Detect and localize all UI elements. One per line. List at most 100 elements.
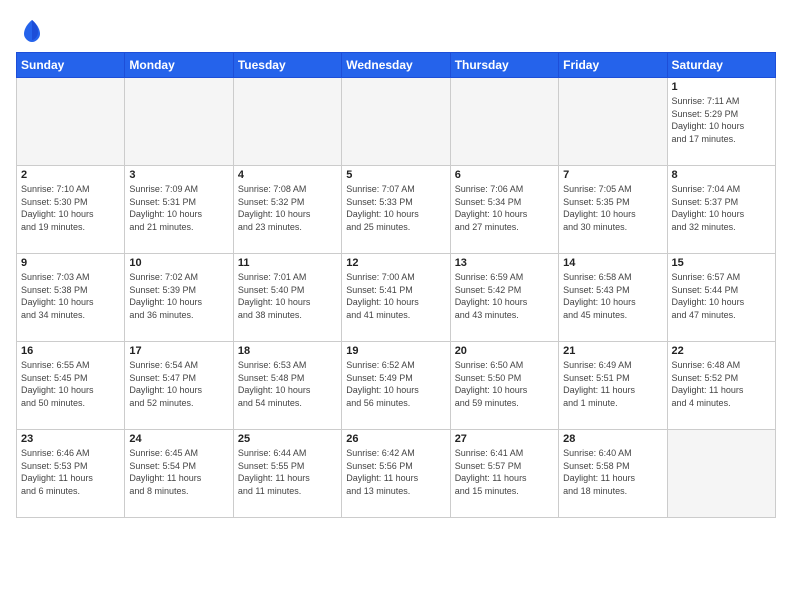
- day-number: 19: [346, 345, 445, 357]
- calendar-week-1: 2 Sunrise: 7:10 AM Sunset: 5:30 PM Daylig…: [17, 166, 776, 254]
- day-info: Sunrise: 7:03 AM Sunset: 5:38 PM Dayligh…: [21, 271, 120, 321]
- calendar-cell: 15 Sunrise: 6:57 AM Sunset: 5:44 PM Dayli…: [667, 254, 775, 342]
- calendar-cell: 23 Sunrise: 6:46 AM Sunset: 5:53 PM Dayli…: [17, 430, 125, 518]
- calendar-cell: 10 Sunrise: 7:02 AM Sunset: 5:39 PM Dayli…: [125, 254, 233, 342]
- page: Sunday Monday Tuesday Wednesday Thursday…: [0, 0, 792, 612]
- day-info: Sunrise: 6:49 AM Sunset: 5:51 PM Dayligh…: [563, 359, 662, 409]
- day-info: Sunrise: 7:04 AM Sunset: 5:37 PM Dayligh…: [672, 183, 771, 233]
- day-info: Sunrise: 7:07 AM Sunset: 5:33 PM Dayligh…: [346, 183, 445, 233]
- calendar-cell: 25 Sunrise: 6:44 AM Sunset: 5:55 PM Dayli…: [233, 430, 341, 518]
- calendar-table: Sunday Monday Tuesday Wednesday Thursday…: [16, 52, 776, 518]
- day-info: Sunrise: 6:57 AM Sunset: 5:44 PM Dayligh…: [672, 271, 771, 321]
- day-info: Sunrise: 6:41 AM Sunset: 5:57 PM Dayligh…: [455, 447, 554, 497]
- day-info: Sunrise: 7:02 AM Sunset: 5:39 PM Dayligh…: [129, 271, 228, 321]
- col-monday: Monday: [125, 53, 233, 78]
- day-number: 16: [21, 345, 120, 357]
- calendar-cell: 22 Sunrise: 6:48 AM Sunset: 5:52 PM Dayli…: [667, 342, 775, 430]
- calendar-week-3: 16 Sunrise: 6:55 AM Sunset: 5:45 PM Dayli…: [17, 342, 776, 430]
- day-info: Sunrise: 6:42 AM Sunset: 5:56 PM Dayligh…: [346, 447, 445, 497]
- day-number: 25: [238, 433, 337, 445]
- calendar-cell: 3 Sunrise: 7:09 AM Sunset: 5:31 PM Daylig…: [125, 166, 233, 254]
- day-info: Sunrise: 6:44 AM Sunset: 5:55 PM Dayligh…: [238, 447, 337, 497]
- col-sunday: Sunday: [17, 53, 125, 78]
- calendar-cell: [450, 78, 558, 166]
- day-info: Sunrise: 7:05 AM Sunset: 5:35 PM Dayligh…: [563, 183, 662, 233]
- calendar-week-0: 1 Sunrise: 7:11 AM Sunset: 5:29 PM Daylig…: [17, 78, 776, 166]
- day-number: 26: [346, 433, 445, 445]
- calendar-cell: 6Sunrise: 7:06 AM Sunset: 5:34 PM Daylig…: [450, 166, 558, 254]
- day-number: 3: [129, 169, 228, 181]
- calendar-cell: 7Sunrise: 7:05 AM Sunset: 5:35 PM Daylig…: [559, 166, 667, 254]
- day-number: 13: [455, 257, 554, 269]
- col-friday: Friday: [559, 53, 667, 78]
- day-info: Sunrise: 6:52 AM Sunset: 5:49 PM Dayligh…: [346, 359, 445, 409]
- logo: [16, 16, 46, 44]
- day-number: 15: [672, 257, 771, 269]
- day-number: 23: [21, 433, 120, 445]
- calendar-cell: [17, 78, 125, 166]
- day-info: Sunrise: 6:59 AM Sunset: 5:42 PM Dayligh…: [455, 271, 554, 321]
- day-info: Sunrise: 7:06 AM Sunset: 5:34 PM Dayligh…: [455, 183, 554, 233]
- col-thursday: Thursday: [450, 53, 558, 78]
- calendar-cell: 12 Sunrise: 7:00 AM Sunset: 5:41 PM Dayli…: [342, 254, 450, 342]
- calendar-cell: 13 Sunrise: 6:59 AM Sunset: 5:42 PM Dayli…: [450, 254, 558, 342]
- day-info: Sunrise: 6:48 AM Sunset: 5:52 PM Dayligh…: [672, 359, 771, 409]
- col-tuesday: Tuesday: [233, 53, 341, 78]
- calendar-cell: 28Sunrise: 6:40 AM Sunset: 5:58 PM Dayli…: [559, 430, 667, 518]
- day-number: 4: [238, 169, 337, 181]
- day-info: Sunrise: 6:55 AM Sunset: 5:45 PM Dayligh…: [21, 359, 120, 409]
- day-number: 9: [21, 257, 120, 269]
- day-number: 18: [238, 345, 337, 357]
- calendar-cell: 24 Sunrise: 6:45 AM Sunset: 5:54 PM Dayli…: [125, 430, 233, 518]
- calendar-cell: [125, 78, 233, 166]
- day-info: Sunrise: 6:58 AM Sunset: 5:43 PM Dayligh…: [563, 271, 662, 321]
- calendar-cell: [233, 78, 341, 166]
- logo-icon: [18, 16, 46, 44]
- day-info: Sunrise: 7:10 AM Sunset: 5:30 PM Dayligh…: [21, 183, 120, 233]
- calendar-header-row: Sunday Monday Tuesday Wednesday Thursday…: [17, 53, 776, 78]
- col-saturday: Saturday: [667, 53, 775, 78]
- calendar-cell: 8Sunrise: 7:04 AM Sunset: 5:37 PM Daylig…: [667, 166, 775, 254]
- day-info: Sunrise: 7:09 AM Sunset: 5:31 PM Dayligh…: [129, 183, 228, 233]
- header: [16, 16, 776, 44]
- day-number: 1: [672, 81, 771, 93]
- day-number: 12: [346, 257, 445, 269]
- day-info: Sunrise: 7:00 AM Sunset: 5:41 PM Dayligh…: [346, 271, 445, 321]
- calendar-cell: 26 Sunrise: 6:42 AM Sunset: 5:56 PM Dayli…: [342, 430, 450, 518]
- calendar-cell: [667, 430, 775, 518]
- day-number: 17: [129, 345, 228, 357]
- calendar-cell: [342, 78, 450, 166]
- calendar-cell: 19 Sunrise: 6:52 AM Sunset: 5:49 PM Dayli…: [342, 342, 450, 430]
- calendar-cell: 14 Sunrise: 6:58 AM Sunset: 5:43 PM Dayli…: [559, 254, 667, 342]
- calendar-cell: 9 Sunrise: 7:03 AM Sunset: 5:38 PM Daylig…: [17, 254, 125, 342]
- calendar-cell: 4 Sunrise: 7:08 AM Sunset: 5:32 PM Daylig…: [233, 166, 341, 254]
- day-number: 11: [238, 257, 337, 269]
- calendar-cell: 5 Sunrise: 7:07 AM Sunset: 5:33 PM Daylig…: [342, 166, 450, 254]
- calendar-cell: 2 Sunrise: 7:10 AM Sunset: 5:30 PM Daylig…: [17, 166, 125, 254]
- day-number: 22: [672, 345, 771, 357]
- calendar-cell: [559, 78, 667, 166]
- day-number: 20: [455, 345, 554, 357]
- day-number: 10: [129, 257, 228, 269]
- day-info: Sunrise: 7:11 AM Sunset: 5:29 PM Dayligh…: [672, 95, 771, 145]
- day-info: Sunrise: 6:53 AM Sunset: 5:48 PM Dayligh…: [238, 359, 337, 409]
- col-wednesday: Wednesday: [342, 53, 450, 78]
- day-info: Sunrise: 6:54 AM Sunset: 5:47 PM Dayligh…: [129, 359, 228, 409]
- day-number: 24: [129, 433, 228, 445]
- day-number: 5: [346, 169, 445, 181]
- day-info: Sunrise: 6:50 AM Sunset: 5:50 PM Dayligh…: [455, 359, 554, 409]
- day-info: Sunrise: 6:46 AM Sunset: 5:53 PM Dayligh…: [21, 447, 120, 497]
- day-info: Sunrise: 7:01 AM Sunset: 5:40 PM Dayligh…: [238, 271, 337, 321]
- calendar-week-2: 9 Sunrise: 7:03 AM Sunset: 5:38 PM Daylig…: [17, 254, 776, 342]
- day-number: 2: [21, 169, 120, 181]
- calendar-cell: 17 Sunrise: 6:54 AM Sunset: 5:47 PM Dayli…: [125, 342, 233, 430]
- calendar-cell: 27Sunrise: 6:41 AM Sunset: 5:57 PM Dayli…: [450, 430, 558, 518]
- day-info: Sunrise: 6:45 AM Sunset: 5:54 PM Dayligh…: [129, 447, 228, 497]
- calendar-cell: 21Sunrise: 6:49 AM Sunset: 5:51 PM Dayli…: [559, 342, 667, 430]
- day-number: 14: [563, 257, 662, 269]
- calendar-cell: 20 Sunrise: 6:50 AM Sunset: 5:50 PM Dayli…: [450, 342, 558, 430]
- calendar-cell: 16 Sunrise: 6:55 AM Sunset: 5:45 PM Dayli…: [17, 342, 125, 430]
- day-info: Sunrise: 7:08 AM Sunset: 5:32 PM Dayligh…: [238, 183, 337, 233]
- calendar-week-4: 23 Sunrise: 6:46 AM Sunset: 5:53 PM Dayli…: [17, 430, 776, 518]
- day-number: 28: [563, 433, 662, 445]
